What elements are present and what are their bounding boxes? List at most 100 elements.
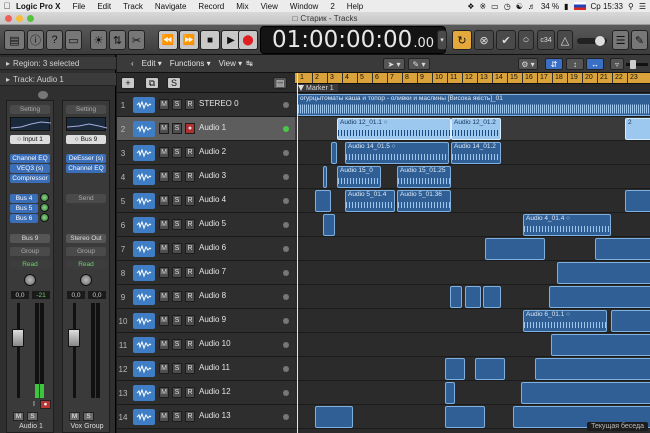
record-enable-button[interactable]: R <box>185 363 195 374</box>
record-enable-button[interactable]: ● <box>185 123 195 134</box>
track-lane-2[interactable]: Audio 12_01.1 ○ Audio 12_01.2 2 <box>295 117 650 141</box>
mute-button[interactable]: M <box>159 243 169 254</box>
audio-region[interactable]: огурцытоматы каша и топор - оливки и мас… <box>297 94 650 116</box>
send-level-knob-3[interactable] <box>40 213 49 222</box>
notepad-button[interactable]: ✎ <box>631 30 648 50</box>
track-row-3[interactable]: 3 M S R Audio 2 <box>117 141 295 165</box>
volume-icon[interactable]: ♬ <box>528 2 536 11</box>
send-slot-3[interactable]: Bus 6 <box>10 214 38 223</box>
smart-controls-button[interactable]: ☀ <box>90 30 107 50</box>
group-slot[interactable]: Group <box>66 247 106 256</box>
track-row-4[interactable]: 4 M S R Audio 3 <box>117 165 295 189</box>
audio-region[interactable] <box>625 190 650 212</box>
track-name[interactable]: Audio 5 <box>199 219 226 228</box>
track-name[interactable]: Audio 7 <box>199 267 226 276</box>
solo-button[interactable]: ○ <box>518 30 534 50</box>
menu-help[interactable]: Help <box>341 2 369 11</box>
solo-button[interactable]: S <box>172 195 182 206</box>
solo-button[interactable]: S <box>172 219 182 230</box>
track-lane-3[interactable]: Audio 14_01.5 ○ Audio 14_01.2 <box>295 141 650 165</box>
zoom-slider[interactable] <box>626 60 648 69</box>
audio-region[interactable]: Audio 14_01.2 <box>451 142 501 164</box>
track-name[interactable]: Audio 2 <box>199 147 226 156</box>
mute-button[interactable]: M <box>13 412 24 421</box>
zoom-window-button[interactable] <box>27 15 34 22</box>
audio-region[interactable] <box>549 286 650 308</box>
mute-button[interactable]: M <box>159 363 169 374</box>
record-enable-button[interactable]: R <box>185 147 195 158</box>
audio-region[interactable] <box>323 214 335 236</box>
track-lane-7[interactable] <box>295 237 650 261</box>
vertical-zoom-button[interactable]: ↕ <box>566 58 584 70</box>
audio-region[interactable] <box>445 382 455 404</box>
master-volume-knob[interactable] <box>595 36 605 46</box>
mute-button[interactable]: M <box>159 147 169 158</box>
track-name[interactable]: Audio 11 <box>199 363 230 372</box>
menu-view[interactable]: View <box>255 2 284 11</box>
track-name[interactable]: Audio 10 <box>199 339 231 348</box>
track-row-9[interactable]: 9 M S R Audio 8 <box>117 285 295 309</box>
mute-button[interactable]: M <box>69 412 80 421</box>
setting-button[interactable]: Setting <box>66 105 106 114</box>
record-enable-button[interactable]: ● <box>40 400 51 409</box>
plugin-slot-1[interactable]: DeEsser (s) <box>66 154 106 163</box>
mute-button[interactable]: M <box>159 219 169 230</box>
audio-region[interactable] <box>595 238 650 260</box>
mute-button[interactable]: M <box>159 315 169 326</box>
track-row-8[interactable]: 8 M S R Audio 7 <box>117 261 295 285</box>
mute-button[interactable]: M <box>159 339 169 350</box>
menu-clock[interactable]: Ср 15:33 <box>591 2 623 11</box>
audio-region[interactable]: Audio 4_01.4 ○ <box>523 214 611 236</box>
record-enable-button[interactable]: R <box>185 99 195 110</box>
track-inspector-header[interactable]: ▸ Track: Audio 1 <box>0 73 116 86</box>
close-window-button[interactable] <box>5 15 12 22</box>
send-slot[interactable]: Send <box>66 194 106 203</box>
audio-region[interactable] <box>535 358 650 380</box>
record-enable-button[interactable]: R <box>185 411 195 422</box>
input-slot[interactable]: ○ Input 1 <box>10 135 50 144</box>
global-solo-button[interactable]: S <box>167 77 181 89</box>
track-lane-9[interactable] <box>295 285 650 309</box>
track-lane-5[interactable]: Audio 5_01.4 Audio 5_01.36 <box>295 189 650 213</box>
mute-button[interactable]: M <box>159 99 169 110</box>
audio-region[interactable] <box>315 406 353 428</box>
battery-level[interactable]: 34 % <box>541 2 559 11</box>
inspector-button[interactable]: ⓘ <box>27 30 44 50</box>
track-lane-6[interactable]: Audio 4_01.4 ○ <box>295 213 650 237</box>
bluetooth-icon[interactable]: ※ <box>479 2 486 11</box>
audio-region[interactable] <box>485 238 545 260</box>
waveform-zoom-button[interactable]: ⇵ <box>545 58 563 70</box>
pointer-tool[interactable]: ➤ ▾ <box>383 58 405 70</box>
track-name[interactable]: Audio 3 <box>199 171 226 180</box>
solo-button[interactable]: S <box>172 267 182 278</box>
volume-fader-track[interactable] <box>17 303 20 398</box>
menu-record[interactable]: Record <box>192 2 230 11</box>
solo-button[interactable]: S <box>172 147 182 158</box>
audio-region[interactable]: Audio 15_01.25 <box>397 166 451 188</box>
solo-button[interactable]: S <box>172 123 182 134</box>
forward-button[interactable]: ⏩ <box>179 30 199 50</box>
lcd-mode-menu[interactable]: ▾ <box>437 30 447 50</box>
track-name[interactable]: STEREO 0 <box>199 99 239 108</box>
functions-menu[interactable]: Functions ▾ <box>170 59 211 68</box>
solo-button[interactable]: S <box>83 412 94 421</box>
plugin-slot-1[interactable]: Channel EQ <box>10 154 50 163</box>
pencil-tool[interactable]: ✎ ▾ <box>408 58 430 70</box>
audio-region[interactable] <box>483 286 501 308</box>
eq-display[interactable] <box>66 117 108 131</box>
send-slot-1[interactable]: Bus 4 <box>10 194 38 203</box>
send-level-knob-1[interactable] <box>40 193 49 202</box>
record-enable-button[interactable]: R <box>185 339 195 350</box>
track-name[interactable]: Audio 12 <box>199 387 231 396</box>
audio-region-selected[interactable]: Audio 12_01.1 ○ <box>337 118 451 140</box>
audio-region[interactable]: Audio 5_01.36 <box>397 190 451 212</box>
solo-button[interactable]: S <box>172 363 182 374</box>
track-name[interactable]: Audio 13 <box>199 411 231 420</box>
track-row-7[interactable]: 7 M S R Audio 6 <box>117 237 295 261</box>
tuner-button[interactable]: ✔ <box>496 30 516 50</box>
track-name[interactable]: Audio 4 <box>199 195 226 204</box>
track-row-13[interactable]: 13 M S R Audio 12 <box>117 381 295 405</box>
audio-region[interactable]: Audio 15_0 <box>337 166 381 188</box>
audio-region[interactable] <box>521 382 650 404</box>
mute-button[interactable]: M <box>159 267 169 278</box>
